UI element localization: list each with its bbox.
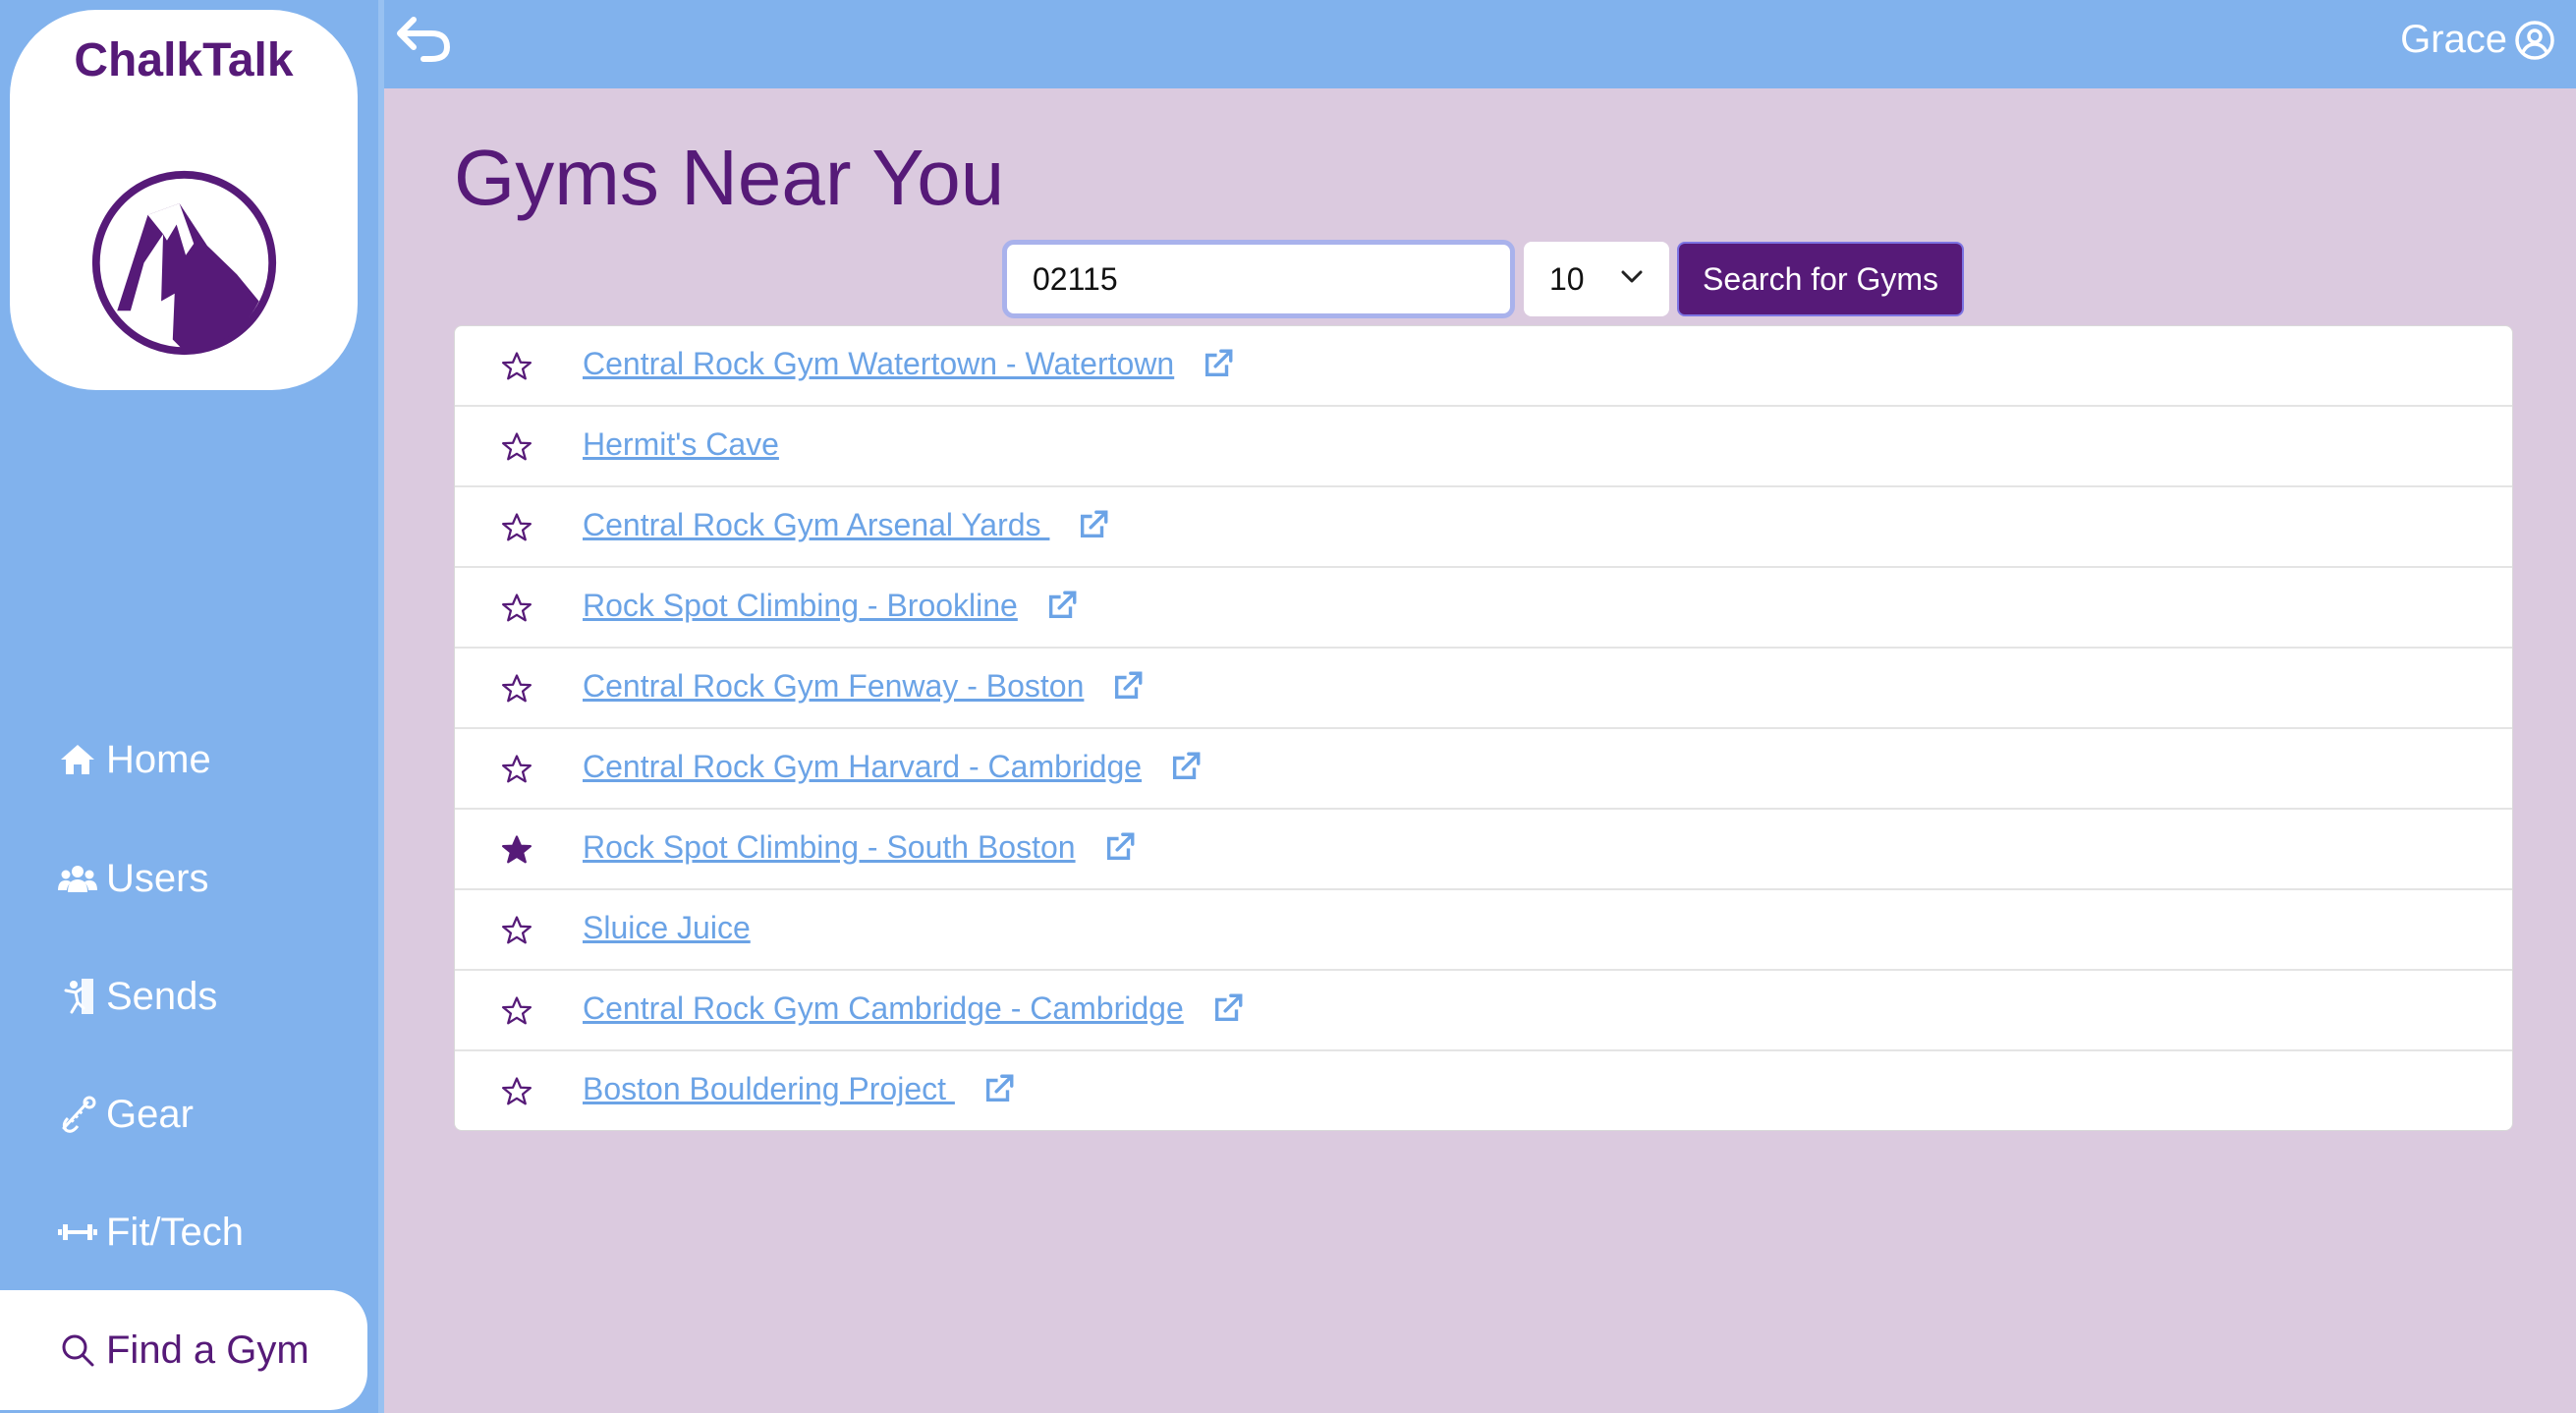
star-outline-icon[interactable] [500,430,533,464]
nav-item-find-gym-label: Find a Gym [106,1328,309,1372]
gym-link[interactable]: Central Rock Gym Arsenal Yards [583,507,1110,543]
gym-link[interactable]: Hermit's Cave [583,426,779,463]
search-gyms-button[interactable]: Search for Gyms [1677,242,1964,316]
list-item: Central Rock Gym Fenway - Boston [455,649,2512,729]
gym-name[interactable]: Central Rock Gym Arsenal Yards [583,507,1049,542]
external-link-icon[interactable] [1103,830,1137,864]
external-link-icon[interactable] [1111,669,1145,703]
gym-name[interactable]: Central Rock Gym Watertown - Watertown [583,346,1174,381]
sidebar-divider [378,0,384,1413]
radius-select[interactable]: 10 [1524,242,1669,316]
user-menu[interactable]: Grace [2400,18,2556,62]
star-outline-icon[interactable] [500,672,533,706]
app-name: ChalkTalk [74,34,294,86]
carabiner-icon [55,1092,100,1137]
users-icon [55,856,100,901]
gym-link[interactable]: Rock Spot Climbing - Brookline [583,588,1079,624]
gym-name[interactable]: Hermit's Cave [583,426,779,462]
logo-card[interactable]: ChalkTalk [10,10,358,390]
gym-name[interactable]: Central Rock Gym Cambridge - Cambridge [583,990,1184,1026]
star-outline-icon[interactable] [500,994,533,1028]
nav-item-users-label: Users [106,856,209,900]
zip-search-input[interactable] [1002,240,1515,318]
gym-link[interactable]: Sluice Juice [583,910,751,946]
list-item: Sluice Juice [455,890,2512,971]
gym-name[interactable]: Rock Spot Climbing - Brookline [583,588,1018,623]
top-bar: Grace [384,0,2576,88]
dumbbell-icon [55,1210,100,1255]
back-arrow-icon [397,17,451,62]
nav-item-sends-label: Sends [106,974,218,1018]
chevron-down-icon [1621,270,1643,283]
user-name: Grace [2400,18,2507,61]
gym-name[interactable]: Rock Spot Climbing - South Boston [583,829,1076,865]
gym-list: Central Rock Gym Watertown - Watertown H… [454,325,2513,1131]
climber-icon [55,974,100,1019]
gym-link[interactable]: Central Rock Gym Fenway - Boston [583,668,1145,705]
gym-name[interactable]: Boston Bouldering Project [583,1071,955,1106]
list-item: Hermit's Cave [455,407,2512,487]
list-item: Central Rock Gym Harvard - Cambridge [455,729,2512,810]
sidebar: ChalkTalk Home Users Sends Gear Fit/Tech… [0,0,378,1413]
list-item: Rock Spot Climbing - Brookline [455,568,2512,649]
star-outline-icon[interactable] [500,592,533,625]
gym-link[interactable]: Central Rock Gym Harvard - Cambridge [583,749,1203,785]
radius-value: 10 [1549,260,1585,297]
gym-link[interactable]: Central Rock Gym Watertown - Watertown [583,346,1235,382]
nav-item-find-gym[interactable]: Find a Gym [0,1290,367,1410]
home-icon [55,737,100,782]
page-title: Gyms Near You [454,134,1005,221]
external-link-icon[interactable] [982,1072,1016,1105]
nav-item-fittech[interactable]: Fit/Tech [55,1203,244,1262]
nav-item-fittech-label: Fit/Tech [106,1210,245,1254]
nav-item-gear-label: Gear [106,1092,194,1136]
list-item: Central Rock Gym Cambridge - Cambridge [455,971,2512,1051]
list-item: Boston Bouldering Project [455,1051,2512,1130]
list-item: Rock Spot Climbing - South Boston [455,810,2512,890]
nav-item-home-label: Home [106,737,211,781]
gym-name[interactable]: Sluice Juice [583,910,751,945]
user-circle-icon [2515,20,2554,60]
nav-item-sends[interactable]: Sends [55,967,217,1026]
star-outline-icon[interactable] [500,914,533,947]
star-outline-icon[interactable] [500,753,533,786]
gym-name[interactable]: Central Rock Gym Harvard - Cambridge [583,749,1142,784]
nav-item-users[interactable]: Users [55,849,208,908]
back-button[interactable] [394,12,453,67]
gym-link[interactable]: Boston Bouldering Project [583,1071,1016,1107]
gym-link[interactable]: Rock Spot Climbing - South Boston [583,829,1137,866]
star-outline-icon[interactable] [500,511,533,544]
star-filled-icon[interactable] [500,833,533,867]
external-link-icon[interactable] [1077,508,1110,541]
star-outline-icon[interactable] [500,1075,533,1108]
external-link-icon[interactable] [1211,991,1245,1025]
gym-name[interactable]: Central Rock Gym Fenway - Boston [583,668,1084,704]
nav-item-gear[interactable]: Gear [55,1085,194,1144]
list-item: Central Rock Gym Watertown - Watertown [455,326,2512,407]
list-item: Central Rock Gym Arsenal Yards [455,487,2512,568]
nav-item-home[interactable]: Home [55,730,211,789]
star-outline-icon[interactable] [500,350,533,383]
external-link-icon[interactable] [1169,750,1203,783]
external-link-icon[interactable] [1202,347,1235,380]
search-icon [55,1328,100,1373]
mountain-logo-icon [91,170,277,356]
external-link-icon[interactable] [1045,589,1079,622]
gym-link[interactable]: Central Rock Gym Cambridge - Cambridge [583,990,1245,1027]
